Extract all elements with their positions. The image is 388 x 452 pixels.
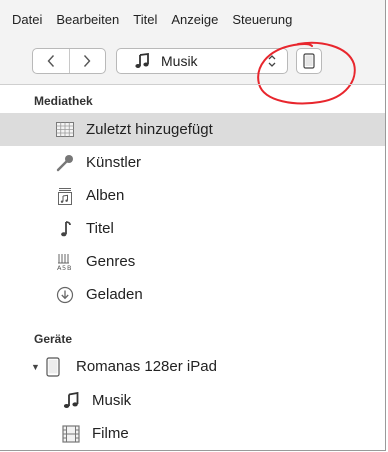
section-heading-devices: Geräte <box>34 332 73 346</box>
disclosure-triangle-icon[interactable]: ▼ <box>31 362 40 372</box>
ipad-icon <box>46 356 60 377</box>
device-button[interactable] <box>296 48 322 74</box>
sidebar-item-downloaded[interactable]: Geladen <box>0 278 386 311</box>
ipad-icon <box>303 53 315 69</box>
download-icon <box>56 286 74 303</box>
sidebar-item-recently-added[interactable]: Zuletzt hinzugefügt <box>0 113 386 146</box>
film-icon <box>62 424 80 443</box>
sidebar-item-label: Alben <box>86 187 125 204</box>
media-type-selector[interactable]: Musik <box>116 48 288 74</box>
sidebar-item-artists[interactable]: Künstler <box>0 146 386 179</box>
menu-anzeige[interactable]: Anzeige <box>161 12 218 27</box>
album-icon <box>58 187 72 205</box>
toolbar-divider <box>0 84 386 85</box>
sidebar-item-label: Musik <box>92 392 132 409</box>
sidebar-item-device[interactable]: ▼ Romanas 128er iPad <box>0 350 386 383</box>
sidebar-item-label: Romanas 128er iPad <box>76 358 217 375</box>
section-heading-library: Mediathek <box>34 94 93 108</box>
toolbar: Musik <box>0 38 386 84</box>
sidebar-item-label: Geladen <box>86 286 143 303</box>
menu-datei[interactable]: Datei <box>0 12 42 27</box>
menu-bearbeiten[interactable]: Bearbeiten <box>46 12 119 27</box>
sidebar-item-albums[interactable]: Alben <box>0 179 386 212</box>
sidebar-item-label: Titel <box>86 220 114 237</box>
sidebar-item-label: Zuletzt hinzugefügt <box>86 121 213 138</box>
music-note-icon <box>135 53 149 68</box>
music-note-icon <box>61 220 71 236</box>
sidebar-item-label: Künstler <box>86 154 142 171</box>
sidebar-item-songs[interactable]: Titel <box>0 212 386 245</box>
menu-titel[interactable]: Titel <box>123 12 157 27</box>
genres-icon: A 5 B <box>57 253 71 271</box>
forward-button[interactable] <box>68 49 106 73</box>
svg-text:5: 5 <box>62 264 66 271</box>
sidebar-item-label: Filme <box>92 425 129 442</box>
grid-icon <box>56 122 74 137</box>
menu-steuerung[interactable]: Steuerung <box>222 12 292 27</box>
sidebar-item-genres[interactable]: A 5 B Genres <box>0 245 386 278</box>
back-button[interactable] <box>33 49 69 73</box>
media-type-label: Musik <box>161 53 198 69</box>
chevron-right-icon <box>84 55 91 67</box>
sidebar-item-device-music[interactable]: Musik <box>0 384 386 417</box>
sidebar-item-device-movies[interactable]: Filme <box>0 417 386 450</box>
menu-bar: Datei Bearbeiten Titel Anzeige Steuerung <box>0 0 386 38</box>
microphone-icon <box>56 154 73 171</box>
navigation-buttons <box>32 48 106 74</box>
chevron-left-icon <box>47 55 54 67</box>
music-note-icon <box>63 392 79 408</box>
up-down-chevron-icon <box>268 55 276 67</box>
sidebar-item-label: Genres <box>86 253 136 270</box>
svg-text:B: B <box>67 264 71 271</box>
